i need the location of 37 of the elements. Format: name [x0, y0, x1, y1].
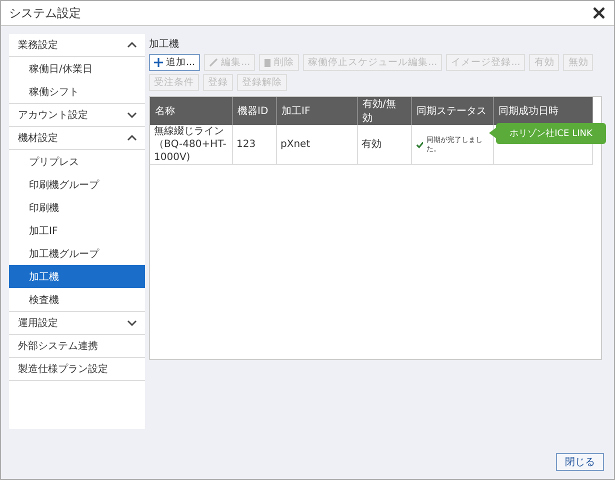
close-button[interactable]: 閉じる — [556, 453, 604, 471]
pencil-icon — [209, 58, 218, 67]
sidebar-item[interactable]: 加工機グループ — [9, 242, 145, 265]
table-cell: 123 — [232, 125, 276, 164]
sidebar-section[interactable]: 製造仕様プラン設定 — [9, 358, 145, 381]
sidebar-item[interactable]: 印刷機 — [9, 196, 145, 219]
sidebar-item[interactable]: 検査機 — [9, 288, 145, 311]
sidebar-item[interactable]: 印刷機グループ — [9, 173, 145, 196]
chevron-up-icon — [127, 42, 137, 48]
sidebar-item[interactable]: プリプレス — [9, 150, 145, 173]
sidebar-section[interactable]: 業務設定 — [9, 34, 145, 57]
column-header[interactable]: 名称 — [150, 97, 232, 125]
chevron-up-icon — [127, 135, 137, 141]
table-cell: 有効 — [357, 125, 411, 164]
sidebar-section[interactable]: 機材設定 — [9, 127, 145, 150]
toolbar-button[interactable]: 追加... — [149, 54, 200, 71]
sidebar-item[interactable]: 稼働シフト — [9, 80, 145, 103]
sidebar-item[interactable]: 加工IF — [9, 219, 145, 242]
column-header[interactable]: 有効/無効 — [357, 97, 411, 125]
sidebar-item[interactable]: 加工機 — [9, 265, 145, 288]
table-cell: 無線綴じライン（BQ-480+HT-1000V) — [150, 125, 232, 164]
column-header[interactable]: 加工IF — [276, 97, 357, 125]
chevron-down-icon — [127, 320, 137, 326]
trash-icon — [264, 58, 272, 67]
section-heading: 加工機 — [149, 38, 180, 51]
column-header[interactable]: 機器ID — [232, 97, 276, 125]
plus-icon — [154, 58, 163, 67]
sidebar-section[interactable]: アカウント設定 — [9, 104, 145, 127]
sidebar-item[interactable]: 稼働日/休業日 — [9, 57, 145, 80]
column-header[interactable]: 同期成功日時 — [493, 97, 592, 125]
chevron-down-icon — [127, 112, 137, 118]
window-title: システム設定 — [9, 4, 81, 22]
column-header[interactable]: 同期ステータス — [411, 97, 493, 125]
sidebar-section[interactable]: 外部システム連携 — [9, 335, 145, 358]
sidebar-section[interactable]: 運用設定 — [9, 312, 145, 335]
close-icon[interactable] — [592, 6, 606, 20]
table-cell: pXnet — [276, 125, 357, 164]
